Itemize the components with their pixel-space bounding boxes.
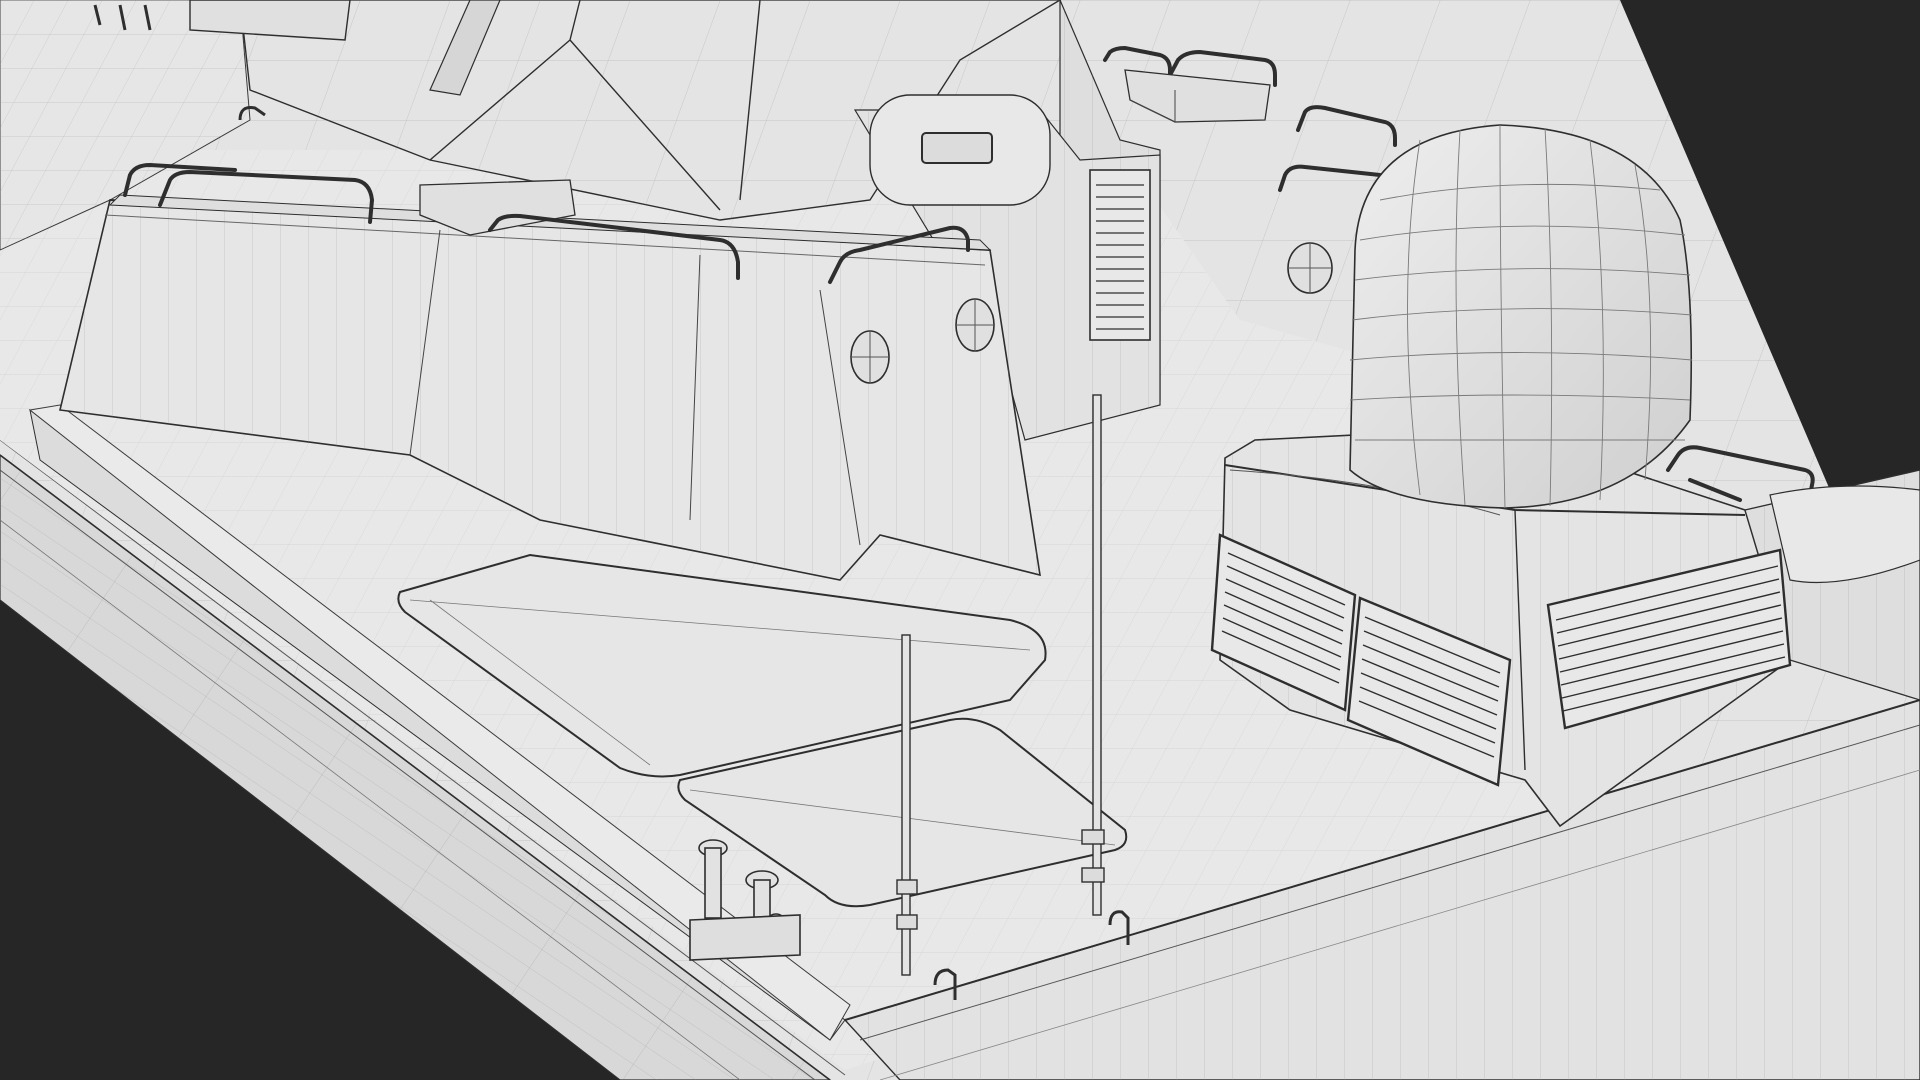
- render-viewport: [0, 0, 1920, 1080]
- wireframe-boat-render: [0, 0, 1920, 1080]
- porthole-3: [1287, 242, 1333, 294]
- vent-grille-tower: [1089, 169, 1151, 341]
- radome: [1349, 124, 1693, 509]
- porthole-1: [850, 330, 890, 384]
- porthole-2: [955, 298, 995, 352]
